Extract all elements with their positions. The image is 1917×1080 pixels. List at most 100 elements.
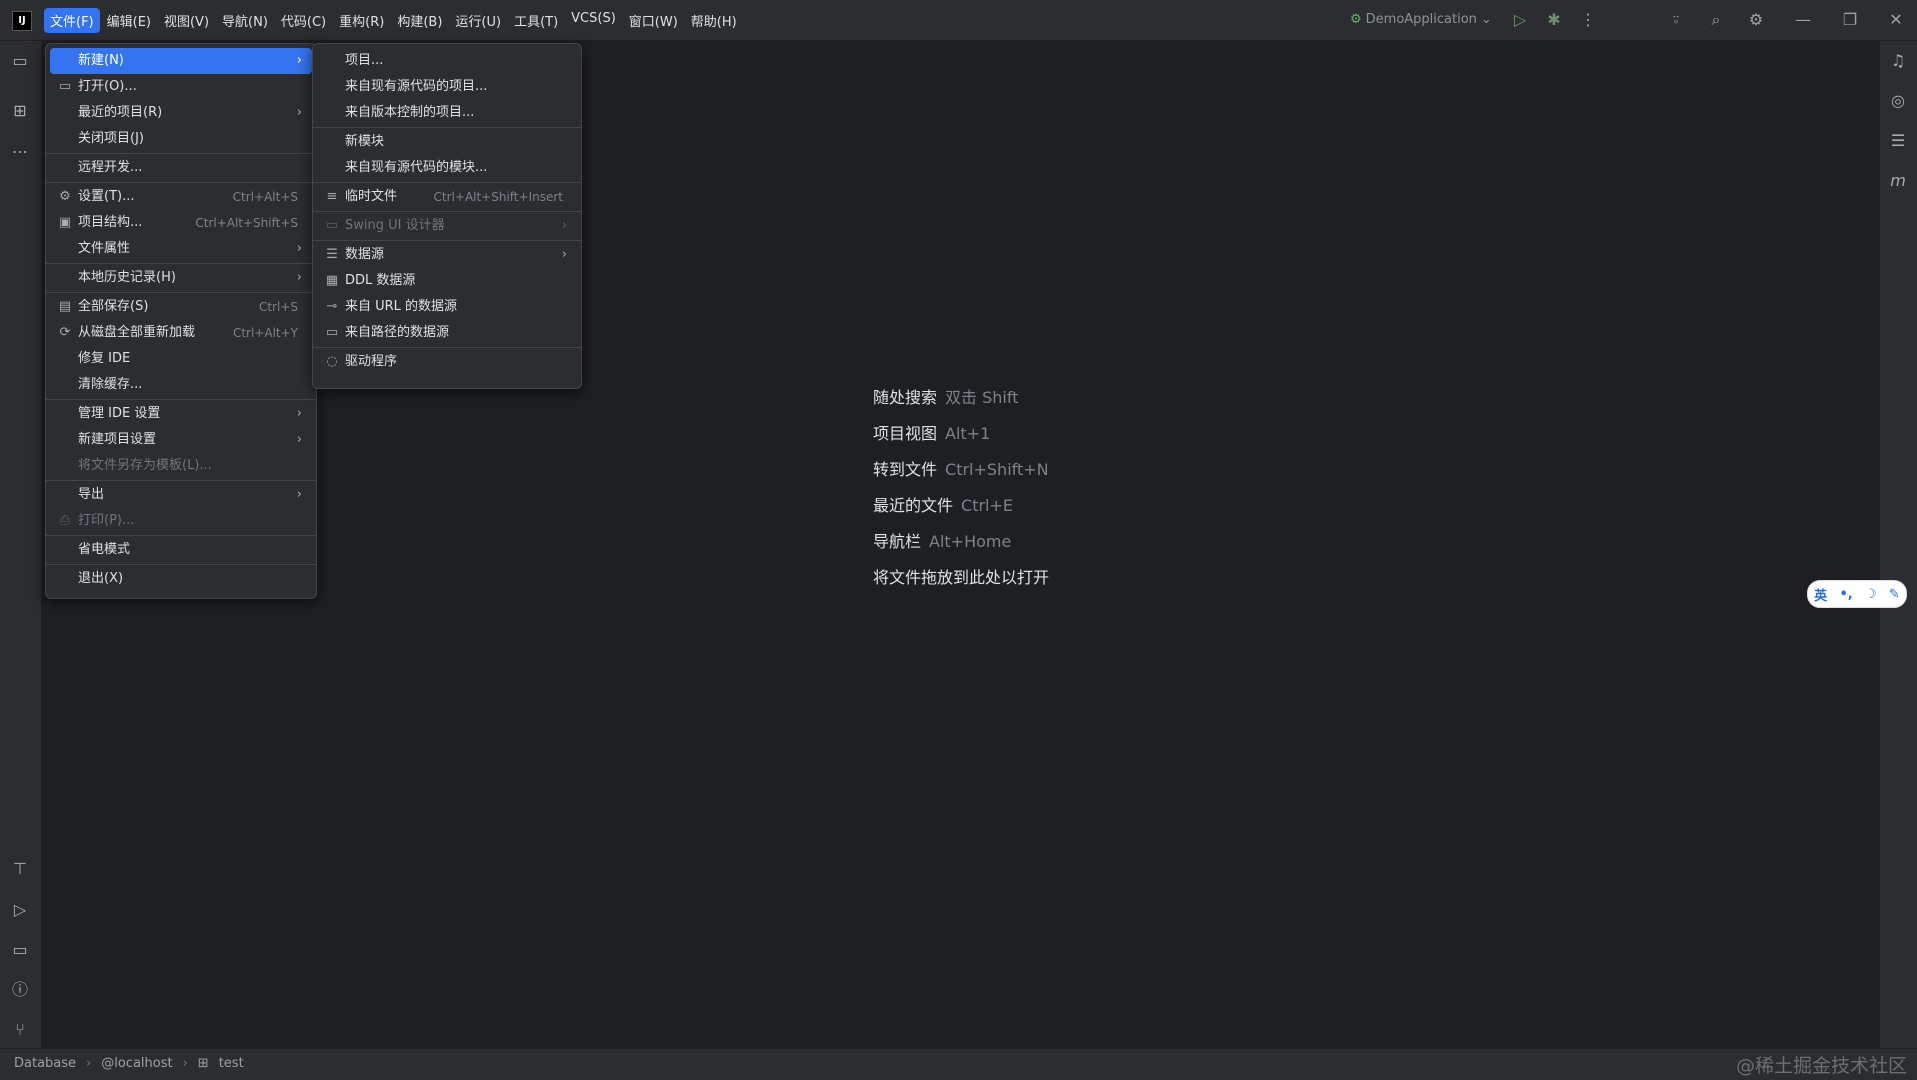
menu-separator bbox=[46, 263, 316, 264]
new-submenu: 项目... 来自现有源代码的项目... 来自版本控制的项目... 新模块 来自现有源代码… bbox=[312, 43, 582, 389]
menubar-item-6[interactable]: 构建(B) bbox=[391, 8, 448, 33]
project-icon[interactable]: ▭ bbox=[8, 49, 32, 73]
file-menu-item-18[interactable]: 管理 IDE 设置 › bbox=[50, 401, 312, 427]
breadcrumb-localhost[interactable]: @localhost bbox=[101, 1056, 172, 1071]
new-submenu-item-14[interactable]: ▭ 来自路径的数据源 bbox=[317, 320, 577, 346]
menu-item-label: 远程开发... bbox=[78, 160, 143, 175]
breadcrumb-database[interactable]: Database bbox=[14, 1056, 76, 1071]
terminal-icon[interactable]: ▭ bbox=[8, 938, 32, 962]
menubar-item-8[interactable]: 工具(T) bbox=[508, 8, 564, 33]
file-menu-item-2[interactable]: 最近的项目(R) › bbox=[50, 100, 312, 126]
moon-icon[interactable]: ☽ bbox=[1865, 587, 1877, 602]
menu-item-label: 新建(N) bbox=[78, 53, 124, 68]
add-user-icon[interactable]: ⍤ bbox=[1666, 10, 1686, 30]
file-menu-item-11[interactable]: 本地历史记录(H) › bbox=[50, 265, 312, 291]
ime-punctuation-toggle[interactable]: •, bbox=[1839, 587, 1852, 602]
hint-row: 转到文件 Ctrl+Shift+N bbox=[873, 458, 1057, 494]
ai-assistant-icon[interactable]: ◎ bbox=[1886, 89, 1910, 113]
new-submenu-item-12[interactable]: ▦ DDL 数据源 bbox=[317, 268, 577, 294]
more-actions-icon[interactable]: ⋮ bbox=[1578, 10, 1598, 30]
status-bar: Database › @localhost › ⊞ test @稀土掘金技术社区 bbox=[0, 1048, 1917, 1080]
more-tool-windows-icon[interactable]: ⋯ bbox=[8, 140, 32, 164]
search-icon[interactable]: ⌕ bbox=[1706, 10, 1726, 30]
folder-icon: ▭ bbox=[58, 79, 72, 94]
wrench-icon[interactable]: ✎ bbox=[1889, 587, 1900, 602]
main-menu-bar: 文件(F) 编辑(E) 视图(V) 导航(N) 代码(C) 重构(R) 构建(B) 运行(U)… bbox=[44, 8, 744, 33]
run-configuration-selector[interactable]: ⚙ DemoApplication ⌄ bbox=[1350, 12, 1492, 27]
menu-item-label: 驱动程序 bbox=[345, 354, 398, 369]
ime-language-toggle[interactable]: 英 bbox=[1814, 585, 1827, 604]
database-tool-icon[interactable]: ☰ bbox=[1886, 129, 1910, 153]
menu-item-label: 清除缓存... bbox=[78, 377, 143, 392]
menu-item-label: 来自 URL 的数据源 bbox=[345, 299, 458, 314]
build-icon[interactable]: ⊤ bbox=[8, 857, 32, 881]
menubar-item-11[interactable]: 帮助(H) bbox=[685, 8, 743, 33]
new-submenu-item-5[interactable]: 来自现有源代码的模块... bbox=[317, 155, 577, 181]
hint-label: 项目视图 bbox=[873, 424, 938, 443]
hint-shortcut: Alt+1 bbox=[945, 424, 991, 443]
git-icon[interactable]: ⑂ bbox=[8, 1018, 32, 1042]
file-menu-item-27[interactable]: 退出(X) bbox=[50, 566, 312, 592]
file-menu-item-3[interactable]: 关闭项目(J) bbox=[50, 126, 312, 152]
file-menu-item-23: ⎙ 打印(P)... bbox=[50, 508, 312, 534]
new-submenu-item-7[interactable]: ≡ 临时文件 Ctrl+Alt+Shift+Insert bbox=[317, 184, 577, 210]
menu-item-label: 临时文件 bbox=[345, 189, 398, 204]
new-submenu-item-4[interactable]: 新模块 bbox=[317, 129, 577, 155]
ime-toolbar[interactable]: 英 •, ☽ ✎ bbox=[1807, 580, 1907, 608]
intellij-logo-icon[interactable]: IJ bbox=[12, 11, 32, 31]
file-menu-item-8[interactable]: ▣ 项目结构... Ctrl+Alt+Shift+S bbox=[50, 210, 312, 236]
menu-separator bbox=[46, 480, 316, 481]
menubar-item-7[interactable]: 运行(U) bbox=[449, 8, 507, 33]
new-submenu-item-13[interactable]: ⊸ 来自 URL 的数据源 bbox=[317, 294, 577, 320]
close-icon[interactable]: ✕ bbox=[1886, 10, 1906, 30]
run-icon[interactable]: ▷ bbox=[1510, 10, 1530, 30]
maven-icon[interactable]: m bbox=[1886, 169, 1910, 193]
file-menu-item-7[interactable]: ⚙ 设置(T)... Ctrl+Alt+S bbox=[50, 184, 312, 210]
new-submenu-item-0[interactable]: 项目... bbox=[317, 48, 577, 74]
file-menu-item-1[interactable]: ▭ 打开(O)... bbox=[50, 74, 312, 100]
settings-icon[interactable]: ⚙ bbox=[1746, 10, 1766, 30]
minimize-icon[interactable]: — bbox=[1793, 10, 1813, 30]
menubar-item-0[interactable]: 文件(F) bbox=[44, 8, 100, 33]
menu-item-label: 从磁盘全部重新加载 bbox=[78, 325, 196, 340]
file-menu-item-22[interactable]: 导出 › bbox=[50, 482, 312, 508]
file-menu-item-0[interactable]: 新建(N) › bbox=[50, 48, 312, 74]
new-submenu-item-1[interactable]: 来自现有源代码的项目... bbox=[317, 74, 577, 100]
new-submenu-item-2[interactable]: 来自版本控制的项目... bbox=[317, 100, 577, 126]
menu-item-label: 打开(O)... bbox=[78, 79, 137, 94]
file-menu-item-16[interactable]: 清除缓存... bbox=[50, 372, 312, 398]
ddl-datasource-icon: ▦ bbox=[325, 273, 339, 288]
menu-item-label: 文件属性 bbox=[78, 241, 131, 256]
menu-separator bbox=[46, 399, 316, 400]
menubar-item-1[interactable]: 编辑(E) bbox=[101, 8, 157, 33]
database-icon: ☰ bbox=[326, 247, 338, 262]
menu-item-label: 项目... bbox=[345, 53, 384, 68]
menubar-item-10[interactable]: 窗口(W) bbox=[623, 8, 684, 33]
new-submenu-item-16[interactable]: ◌ 驱动程序 bbox=[317, 349, 577, 375]
file-menu-item-9[interactable]: 文件属性 › bbox=[50, 236, 312, 262]
new-submenu-item-11[interactable]: ☰ 数据源 › bbox=[317, 242, 577, 268]
services-icon[interactable]: ▷ bbox=[8, 898, 32, 922]
problems-icon[interactable]: ⓘ bbox=[8, 978, 32, 1002]
file-menu-item-15[interactable]: 修复 IDE bbox=[50, 346, 312, 372]
file-menu-item-19[interactable]: 新建项目设置 › bbox=[50, 427, 312, 453]
breadcrumb-test[interactable]: test bbox=[219, 1056, 244, 1071]
menu-item-label: 项目结构... bbox=[78, 215, 143, 230]
file-menu-item-13[interactable]: ▤ 全部保存(S) Ctrl+S bbox=[50, 294, 312, 320]
menubar-item-4[interactable]: 代码(C) bbox=[275, 8, 332, 33]
notifications-icon[interactable]: ♫ bbox=[1886, 49, 1910, 73]
hint-label: 将文件拖放到此处以打开 bbox=[873, 568, 1050, 587]
debug-icon[interactable]: ✱ bbox=[1544, 10, 1564, 30]
file-menu-item-14[interactable]: ⟳ 从磁盘全部重新加载 Ctrl+Alt+Y bbox=[50, 320, 312, 346]
menu-item-label: 设置(T)... bbox=[78, 189, 135, 204]
file-menu-item-25[interactable]: 省电模式 bbox=[50, 537, 312, 563]
menubar-item-5[interactable]: 重构(R) bbox=[333, 8, 390, 33]
menubar-item-3[interactable]: 导航(N) bbox=[216, 8, 274, 33]
menubar-item-2[interactable]: 视图(V) bbox=[158, 8, 215, 33]
structure-icon[interactable]: ⊞ bbox=[8, 99, 32, 123]
menubar-item-9[interactable]: VCS(S) bbox=[565, 8, 622, 33]
restore-icon[interactable]: ❐ bbox=[1840, 10, 1860, 30]
hint-shortcut: Ctrl+E bbox=[961, 496, 1013, 515]
hint-shortcut: Ctrl+Shift+N bbox=[945, 460, 1049, 479]
file-menu-item-5[interactable]: 远程开发... bbox=[50, 155, 312, 181]
